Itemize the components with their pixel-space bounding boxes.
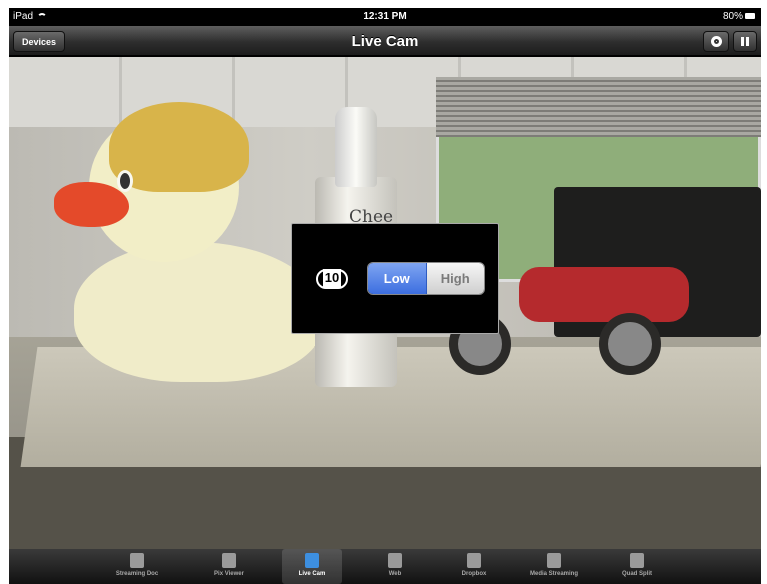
- tab-dropbox[interactable]: Dropbox: [444, 549, 504, 584]
- tab-streaming-doc[interactable]: Streaming Doc: [107, 549, 167, 584]
- pause-button[interactable]: [733, 31, 757, 52]
- quality-segmented-control: Low High: [367, 262, 485, 295]
- picture-icon: [222, 553, 236, 568]
- ipad-screen: iPad 12:31 PM 80% Devices Live Cam Chee: [9, 8, 761, 584]
- battery-icon: [745, 13, 755, 20]
- tab-web[interactable]: Web: [365, 549, 425, 584]
- battery-status: 80%: [723, 11, 755, 22]
- page-title: Live Cam: [351, 33, 419, 50]
- status-bar: iPad 12:31 PM 80%: [9, 8, 761, 26]
- dropbox-icon: [467, 553, 481, 568]
- document-icon: [130, 553, 144, 568]
- gear-icon: [710, 36, 722, 47]
- rubber-duck-body: [74, 242, 324, 382]
- camera-icon: [305, 553, 319, 568]
- tab-quad-split[interactable]: Quad Split: [607, 549, 667, 584]
- settings-button[interactable]: [703, 31, 729, 52]
- pen-icon: [630, 553, 644, 568]
- quality-icon: 10: [314, 267, 350, 291]
- rubber-duck-beak: [54, 182, 129, 227]
- quality-low-button[interactable]: Low: [368, 263, 427, 294]
- tab-bar: Streaming Doc Pix Viewer Live Cam Web Dr…: [9, 549, 761, 584]
- motorcycle-rear-wheel: [599, 313, 661, 375]
- quality-number: 10: [323, 269, 341, 287]
- status-time: 12:31 PM: [363, 11, 407, 22]
- rubber-duck-eye: [117, 170, 133, 192]
- pause-icon: [741, 37, 749, 46]
- quality-popup: 10 Low High: [291, 223, 499, 334]
- motorcycle-body: [519, 267, 689, 322]
- tab-media-streaming[interactable]: Media Streaming: [524, 549, 584, 584]
- tab-live-cam[interactable]: Live Cam: [282, 549, 342, 584]
- quality-high-button[interactable]: High: [426, 263, 484, 294]
- navigation-bar: Devices Live Cam: [9, 26, 761, 56]
- globe-icon: [388, 553, 402, 568]
- media-icon: [547, 553, 561, 568]
- window-blinds: [436, 77, 761, 137]
- tab-pix-viewer[interactable]: Pix Viewer: [199, 549, 259, 584]
- spray-can-cap: [335, 107, 377, 187]
